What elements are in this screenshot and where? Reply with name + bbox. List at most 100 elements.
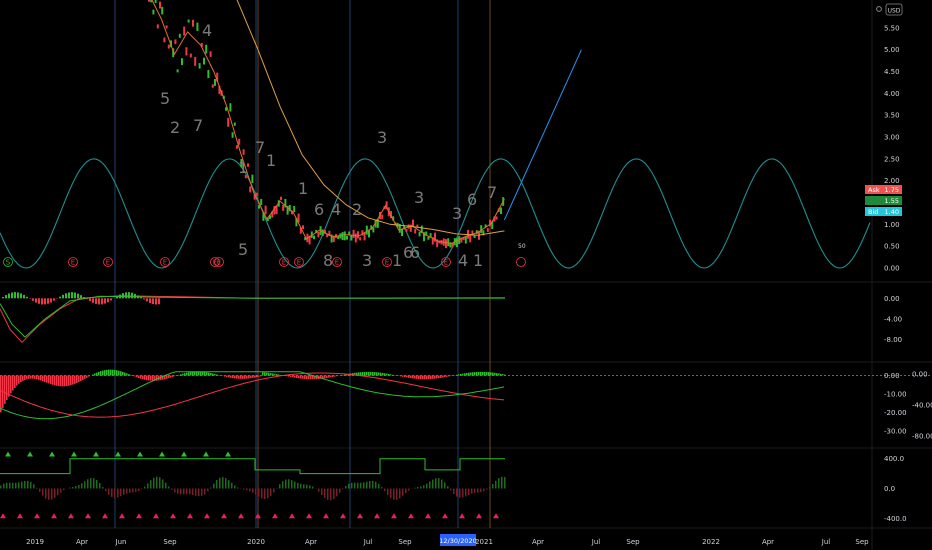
price-tag-ask-value: 1.75 bbox=[885, 186, 899, 194]
osc3-histogram-bar bbox=[105, 488, 107, 492]
count-label: 2 bbox=[170, 118, 180, 137]
price-candle bbox=[350, 235, 353, 241]
osc3-histogram-bar bbox=[288, 479, 290, 489]
price-tag-bid-value: 1.40 bbox=[885, 208, 899, 216]
osc3-histogram-bar bbox=[477, 488, 479, 493]
osc2-histogram-bar bbox=[80, 375, 82, 382]
osc3-histogram-bar bbox=[321, 488, 323, 495]
osc2-histogram-bar bbox=[288, 375, 290, 377]
osc3-histogram-bar bbox=[114, 488, 116, 498]
osc2-histogram-bar bbox=[462, 373, 464, 376]
osc3-histogram-bar bbox=[423, 485, 425, 489]
osc3-histogram-bar bbox=[396, 488, 398, 500]
osc3-histogram-bar bbox=[210, 487, 212, 489]
osc2-histogram-bar bbox=[448, 375, 450, 377]
count-label: 7 bbox=[487, 183, 497, 202]
osc3-histogram-bar bbox=[117, 488, 119, 498]
price-tag-ask-label: Ask bbox=[868, 186, 880, 194]
osc2-histogram-bar bbox=[120, 371, 122, 376]
price-candle bbox=[282, 204, 285, 211]
osc1-histogram-bar bbox=[86, 298, 88, 300]
osc3-histogram-bar bbox=[264, 488, 266, 500]
price-candle bbox=[368, 230, 370, 238]
osc3-y-tick: 0.0 bbox=[884, 485, 895, 493]
osc3-histogram-bar bbox=[318, 488, 320, 492]
osc3-histogram-bar bbox=[417, 487, 419, 489]
osc2-y-tick: -10.00 bbox=[884, 390, 907, 398]
osc2-histogram-bar bbox=[492, 372, 494, 376]
osc2-histogram-bar bbox=[412, 375, 414, 379]
osc2-histogram-bar bbox=[66, 375, 68, 387]
osc1-histogram-bar bbox=[62, 294, 64, 299]
osc3-histogram-bar bbox=[381, 487, 383, 489]
osc2-histogram-bar bbox=[14, 375, 16, 388]
osc2-histogram-bar bbox=[206, 372, 208, 376]
osc2-histogram-bar bbox=[330, 375, 332, 378]
price-candle bbox=[214, 79, 216, 86]
osc3-histogram-bar bbox=[18, 482, 20, 489]
osc3-histogram-bar bbox=[339, 488, 341, 493]
osc2-y-tick-right: -40.00 bbox=[912, 402, 932, 410]
osc2-histogram-bar bbox=[210, 373, 212, 376]
osc2-histogram-bar bbox=[174, 375, 176, 377]
price-candle bbox=[341, 232, 344, 241]
osc2-histogram-bar bbox=[388, 373, 390, 376]
osc3-histogram-bar bbox=[447, 486, 449, 489]
price-candle bbox=[418, 231, 421, 237]
osc3-histogram-bar bbox=[156, 476, 158, 489]
price-candle bbox=[343, 231, 346, 241]
osc2-histogram-bar bbox=[366, 371, 368, 376]
x-tick-label: 2021 bbox=[475, 538, 493, 546]
osc2-histogram-bar bbox=[274, 373, 276, 376]
osc2-histogram-bar bbox=[248, 375, 250, 379]
osc1-histogram-bar bbox=[44, 298, 46, 305]
osc1-histogram-bar bbox=[143, 298, 145, 300]
price-candle bbox=[229, 103, 232, 112]
osc3-histogram-bar bbox=[159, 477, 161, 489]
osc1-histogram-bar bbox=[20, 293, 22, 299]
osc1-histogram-bar bbox=[125, 292, 127, 299]
osc3-histogram-bar bbox=[192, 488, 194, 496]
price-y-tick: 0.00 bbox=[884, 265, 900, 273]
osc3-histogram-bar bbox=[150, 480, 152, 489]
osc2-histogram-bar bbox=[364, 371, 366, 376]
event-marker-label: E bbox=[71, 259, 75, 267]
osc3-y-tick: 400.0 bbox=[884, 455, 904, 463]
price-tag-bid-label: Bid bbox=[868, 208, 878, 216]
osc3-histogram-bar bbox=[69, 487, 71, 489]
osc2-histogram-bar bbox=[70, 375, 72, 386]
osc3-histogram-bar bbox=[459, 488, 461, 498]
osc3-histogram-bar bbox=[354, 482, 356, 489]
osc2-histogram-bar bbox=[82, 375, 84, 380]
price-y-tick: 2.50 bbox=[884, 155, 900, 163]
osc3-histogram-bar bbox=[168, 486, 170, 489]
osc3-histogram-bar bbox=[297, 482, 299, 489]
osc1-histogram-bar bbox=[107, 298, 109, 303]
osc2-histogram-bar bbox=[208, 372, 210, 376]
price-candle bbox=[233, 122, 236, 126]
osc1-histogram-bar bbox=[146, 298, 148, 302]
osc3-histogram-bar bbox=[504, 477, 506, 489]
osc3-histogram-bar bbox=[24, 480, 26, 489]
price-candle bbox=[148, 0, 150, 2]
osc2-histogram-bar bbox=[276, 374, 278, 376]
price-candle bbox=[456, 238, 458, 248]
chart-canvas[interactable]: 52 74171516 4 28 33136636 4 17S E E E E E E E E E E 2019… bbox=[0, 0, 932, 550]
osc1-histogram-bar bbox=[77, 293, 79, 299]
osc2-histogram-bar bbox=[232, 375, 234, 379]
osc3-histogram-bar bbox=[207, 488, 209, 492]
osc3-histogram-bar bbox=[486, 488, 488, 490]
osc2-histogram-bar bbox=[360, 372, 362, 376]
price-candle bbox=[401, 228, 403, 237]
price-candle bbox=[194, 56, 197, 66]
price-candle bbox=[302, 225, 304, 229]
osc1-histogram-bar bbox=[26, 296, 28, 299]
price-candle bbox=[352, 229, 355, 238]
osc2-histogram-bar bbox=[8, 375, 10, 397]
osc3-histogram-bar bbox=[90, 478, 92, 489]
x-tick-label: Jul bbox=[591, 538, 601, 546]
osc2-histogram-bar bbox=[84, 375, 86, 379]
price-tag-bid: Bid 1.40 bbox=[865, 207, 902, 216]
osc1-y-tick: -8.00 bbox=[884, 336, 902, 344]
osc2-histogram-bar bbox=[16, 375, 18, 386]
